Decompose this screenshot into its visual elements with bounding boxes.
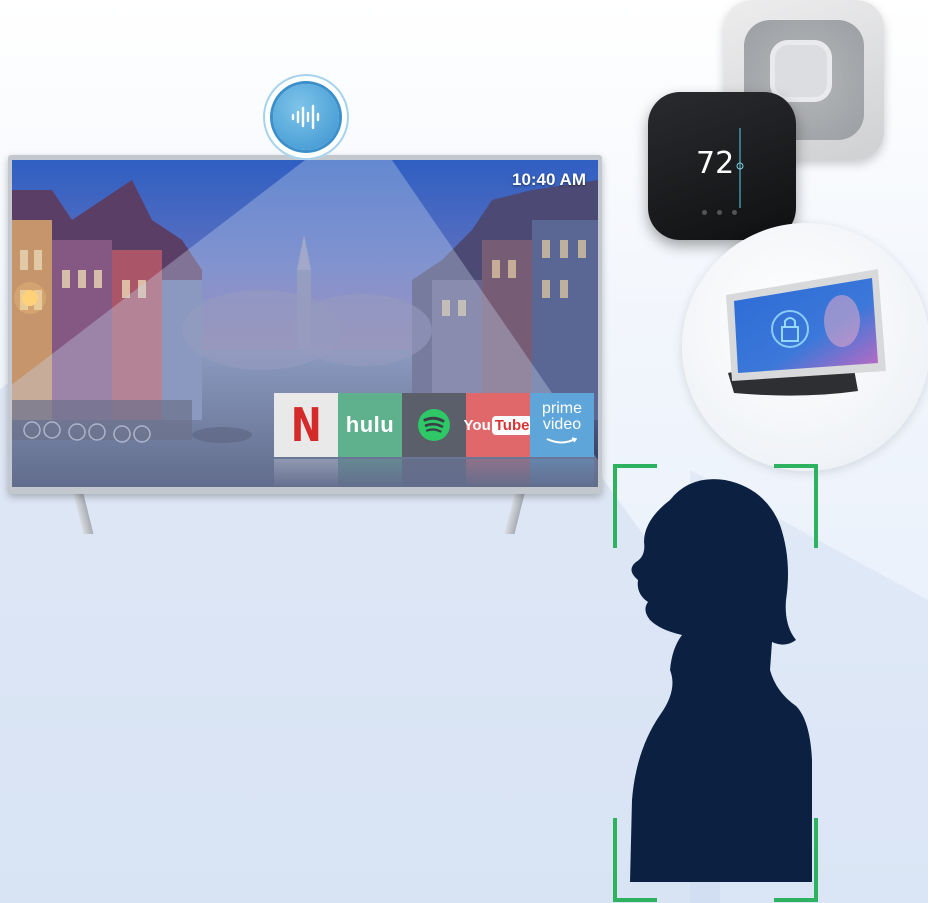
- tv-clock: 10:40 AM: [511, 170, 586, 189]
- app-reflection: [402, 459, 466, 487]
- smart-display-device-card: [682, 223, 928, 471]
- smart-home-scene: 10:40 AM N hulu You Tube prime video 72: [0, 0, 928, 903]
- netflix-app-tile[interactable]: N: [274, 393, 338, 457]
- detection-bracket-bottom-left: [613, 818, 657, 902]
- spotify-app-tile[interactable]: [402, 393, 466, 457]
- thermostat-temperature: 72: [696, 146, 735, 181]
- streaming-app-row: N hulu You Tube prime video: [274, 393, 596, 487]
- prime-video-app-tile[interactable]: prime video: [530, 393, 594, 457]
- app-reflection: [466, 459, 530, 487]
- voice-waveform-icon: [291, 104, 320, 130]
- detection-bracket-top-right: [774, 464, 818, 548]
- smart-display-icon: [726, 269, 886, 396]
- spotify-icon: [418, 409, 450, 441]
- voice-assistant-button-inner: [273, 84, 339, 150]
- thermostat-scale-icon: [736, 128, 744, 208]
- youtube-logo: You Tube: [464, 415, 533, 435]
- voice-assistant-button[interactable]: [263, 74, 349, 160]
- netflix-logo: N: [290, 398, 322, 452]
- smart-thermostat-device: 72: [648, 92, 796, 240]
- detection-bracket-bottom-right: [774, 818, 818, 902]
- detection-bracket-top-left: [613, 464, 657, 548]
- youtube-app-tile[interactable]: You Tube: [464, 393, 533, 457]
- hulu-logo: hulu: [345, 412, 395, 437]
- app-reflection: [338, 459, 402, 487]
- prime-video-logo: prime video: [542, 401, 582, 449]
- prime-smile-icon: [546, 437, 578, 444]
- app-reflection: [274, 459, 338, 487]
- tv-screen[interactable]: 10:40 AM N hulu You Tube prime video: [12, 160, 598, 487]
- speaker-center-button: [770, 40, 832, 102]
- thermostat-indicator-dots: [702, 210, 737, 215]
- hulu-app-tile[interactable]: hulu: [338, 393, 402, 457]
- app-reflection: [530, 459, 594, 487]
